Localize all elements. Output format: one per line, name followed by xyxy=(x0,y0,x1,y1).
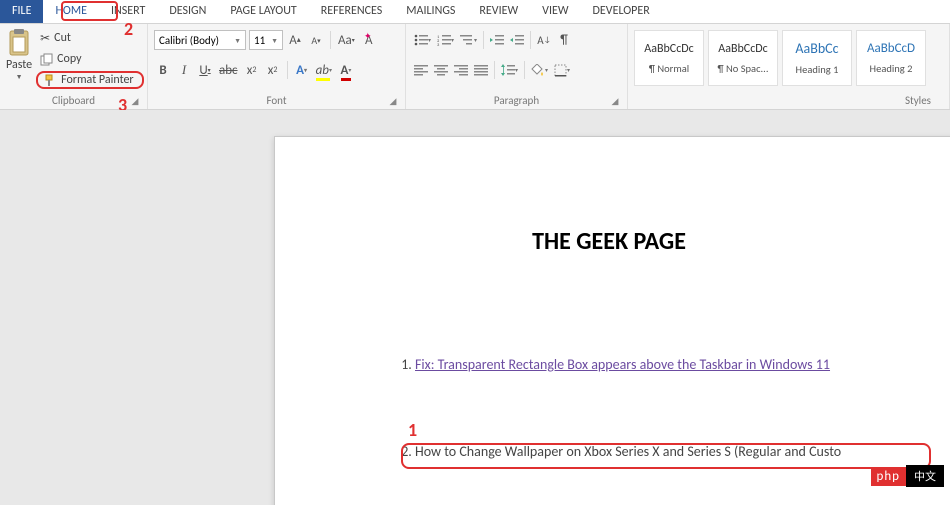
grow-font-button[interactable]: A▴ xyxy=(286,30,304,50)
dialog-launcher-icon[interactable]: ◢ xyxy=(387,95,399,107)
style-preview: AaBbCcDc xyxy=(644,42,693,56)
php-badge: php xyxy=(871,467,907,486)
paste-button[interactable]: Paste ▼ xyxy=(6,26,32,81)
hyperlink[interactable]: Fix: Transparent Rectangle Box appears a… xyxy=(415,356,830,373)
chevron-down-icon: ▼ xyxy=(271,36,278,45)
highlight-button[interactable]: ab▾ xyxy=(314,60,334,80)
style-heading-2[interactable]: AaBbCcD Heading 2 xyxy=(856,30,926,86)
subscript-button[interactable]: x2 xyxy=(243,60,261,80)
font-name-combo[interactable]: Calibri (Body) ▼ xyxy=(154,30,246,50)
footer-badge: php 中文 xyxy=(871,465,945,487)
style-no-spacing[interactable]: AaBbCcDc ¶ No Spac... xyxy=(708,30,778,86)
tab-file[interactable]: FILE xyxy=(0,0,43,23)
strikethrough-button[interactable]: abc xyxy=(217,60,240,80)
bold-button[interactable]: B xyxy=(154,60,172,80)
tab-home[interactable]: HOME xyxy=(43,0,99,23)
style-preview: AaBbCcD xyxy=(867,41,915,56)
borders-button[interactable]: ▾ xyxy=(552,60,572,80)
tab-developer[interactable]: DEVELOPER xyxy=(581,0,662,23)
paste-label: Paste xyxy=(6,58,32,72)
multilevel-list-button[interactable]: ▾ xyxy=(458,30,479,50)
align-left-button[interactable] xyxy=(412,60,430,80)
tab-references[interactable]: REFERENCES xyxy=(309,0,395,23)
shading-button[interactable]: ▾ xyxy=(529,60,550,80)
font-size-value: 11 xyxy=(254,34,265,47)
group-font: Calibri (Body) ▼ 11 ▼ A▴ A▾ Aa▾ A✦ B I U… xyxy=(148,24,406,109)
dialog-launcher-icon[interactable]: ◢ xyxy=(609,95,621,107)
style-normal[interactable]: AaBbCcDc ¶ Normal xyxy=(634,30,704,86)
show-paragraph-marks-button[interactable]: ¶ xyxy=(555,30,573,50)
tab-design[interactable]: DESIGN xyxy=(157,0,218,23)
group-label-font: Font ◢ xyxy=(154,92,399,109)
superscript-button[interactable]: x2 xyxy=(264,60,282,80)
dialog-launcher-icon[interactable]: ◢ xyxy=(129,95,141,107)
tab-mailings[interactable]: MAILINGS xyxy=(394,0,467,23)
bullets-button[interactable]: ▾ xyxy=(412,30,433,50)
cut-button[interactable]: ✂ Cut xyxy=(36,29,144,47)
separator xyxy=(330,31,331,49)
separator xyxy=(494,61,495,79)
list-item[interactable]: Fix: Transparent Rectangle Box appears a… xyxy=(415,356,883,373)
clipboard-icon xyxy=(6,28,32,58)
font-size-combo[interactable]: 11 ▼ xyxy=(249,30,283,50)
tab-insert[interactable]: INSERT xyxy=(99,0,157,23)
style-name: Heading 1 xyxy=(796,63,839,76)
ribbon-tabs: FILE HOME INSERT DESIGN PAGE LAYOUT REFE… xyxy=(0,0,950,24)
font-color-button[interactable]: A▾ xyxy=(337,60,355,80)
change-case-button[interactable]: Aa▾ xyxy=(336,30,357,50)
scissors-icon: ✂ xyxy=(40,31,50,46)
style-heading-1[interactable]: AaBbCc Heading 1 xyxy=(782,30,852,86)
italic-button[interactable]: I xyxy=(175,60,193,80)
group-paragraph: ▾ 123▾ ▾ A↓ ¶ ▾ ▾ ▾ xyxy=(406,24,628,109)
group-label-paragraph: Paragraph ◢ xyxy=(412,92,621,109)
group-label-clipboard: Clipboard ◢ xyxy=(6,92,141,109)
separator xyxy=(483,31,484,49)
tab-page-layout[interactable]: PAGE LAYOUT xyxy=(218,0,308,23)
svg-text:3: 3 xyxy=(437,43,440,46)
format-painter-button[interactable]: Format Painter xyxy=(36,71,144,89)
numbering-button[interactable]: 123▾ xyxy=(435,30,456,50)
align-center-button[interactable] xyxy=(432,60,450,80)
style-name: ¶ No Spac... xyxy=(718,62,769,75)
copy-button[interactable]: Copy xyxy=(36,50,144,68)
line-spacing-button[interactable]: ▾ xyxy=(499,60,520,80)
chevron-down-icon: ▼ xyxy=(234,36,241,45)
annotation-highlight-selection xyxy=(401,443,931,469)
justify-button[interactable] xyxy=(472,60,490,80)
sort-button[interactable]: A↓ xyxy=(535,30,553,50)
ribbon: Paste ▼ ✂ Cut Copy Format Painter Clipb xyxy=(0,24,950,110)
decrease-indent-button[interactable] xyxy=(488,30,506,50)
tab-view[interactable]: VIEW xyxy=(530,0,580,23)
chevron-down-icon: ▼ xyxy=(16,72,23,81)
document-area[interactable]: THE GEEK PAGE Fix: Transparent Rectangle… xyxy=(0,110,950,505)
shrink-font-button[interactable]: A▾ xyxy=(307,30,325,50)
align-right-button[interactable] xyxy=(452,60,470,80)
style-preview: AaBbCcDc xyxy=(718,42,767,56)
text-effects-button[interactable]: A▾ xyxy=(293,60,311,80)
cut-label: Cut xyxy=(54,31,71,45)
copy-icon xyxy=(40,53,53,66)
group-styles: AaBbCcDc ¶ Normal AaBbCcDc ¶ No Spac... … xyxy=(628,24,950,109)
separator xyxy=(287,61,288,79)
style-name: Heading 2 xyxy=(870,62,913,75)
tab-review[interactable]: REVIEW xyxy=(467,0,530,23)
underline-button[interactable]: U▾ xyxy=(196,60,214,80)
clear-formatting-button[interactable]: A✦ xyxy=(360,30,378,50)
group-label-styles: Styles xyxy=(634,92,943,109)
paintbrush-icon xyxy=(44,74,57,87)
page-title: THE GEEK PAGE xyxy=(335,227,883,256)
copy-label: Copy xyxy=(57,52,81,66)
cn-badge: 中文 xyxy=(906,465,944,487)
font-name-value: Calibri (Body) xyxy=(159,34,219,47)
style-preview: AaBbCc xyxy=(795,40,838,57)
group-clipboard: Paste ▼ ✂ Cut Copy Format Painter Clipb xyxy=(0,24,148,109)
format-painter-label: Format Painter xyxy=(61,73,134,87)
increase-indent-button[interactable] xyxy=(508,30,526,50)
separator xyxy=(524,61,525,79)
separator xyxy=(530,31,531,49)
style-name: ¶ Normal xyxy=(649,62,689,75)
